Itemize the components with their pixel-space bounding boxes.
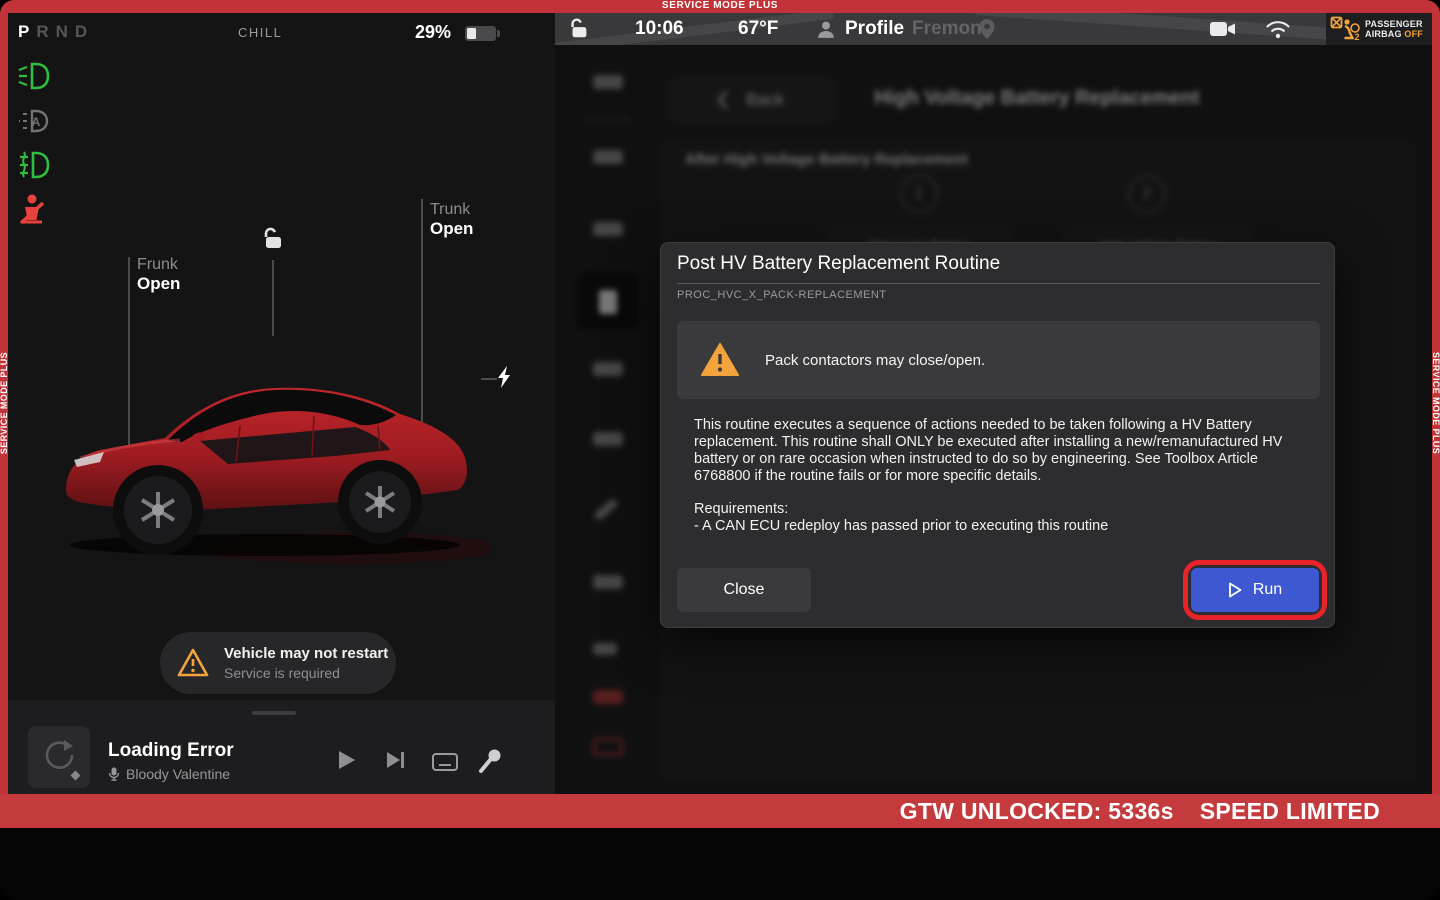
gear-d[interactable]: D bbox=[75, 22, 87, 42]
speed-limited-text: SPEED LIMITED bbox=[1200, 798, 1380, 825]
map-pin-icon bbox=[979, 13, 995, 45]
svg-text:2: 2 bbox=[1354, 32, 1359, 42]
dashcam-icon[interactable] bbox=[1210, 13, 1236, 45]
headlight-low-beam-icon bbox=[16, 60, 52, 92]
map-road bbox=[555, 13, 834, 45]
gear-selector: P R N D bbox=[18, 22, 87, 42]
media-title: Loading Error bbox=[108, 740, 234, 762]
profile-button[interactable]: Profile bbox=[845, 13, 904, 45]
gtw-unlocked-text: GTW UNLOCKED: 5336s bbox=[900, 798, 1174, 825]
clock: 10:06 bbox=[635, 13, 684, 45]
album-art[interactable] bbox=[28, 726, 90, 788]
gear-r[interactable]: R bbox=[36, 22, 48, 42]
warning-triangle-icon bbox=[176, 647, 210, 679]
gear-p[interactable]: P bbox=[18, 22, 29, 42]
warning-triangle-filled-icon bbox=[701, 342, 739, 378]
play-button[interactable] bbox=[338, 750, 356, 775]
gear-n[interactable]: N bbox=[56, 22, 68, 42]
lock-status-icon[interactable] bbox=[567, 13, 591, 45]
seatbelt-warning-icon bbox=[16, 193, 52, 225]
alert-subtitle: Service is required bbox=[224, 665, 388, 681]
status-bar: 10:06 67°F Profile Fremont bbox=[555, 13, 1432, 45]
karaoke-mic-button[interactable] bbox=[478, 748, 502, 779]
service-mode-banner-right: SERVICE MODE PLUS bbox=[1432, 13, 1440, 794]
outside-temp[interactable]: 67°F bbox=[738, 13, 778, 45]
airbag-status: OFF bbox=[1404, 29, 1423, 39]
unlocked-icon[interactable] bbox=[260, 226, 286, 257]
climate-mode-label: CHILL bbox=[238, 25, 282, 40]
airbag-line2: AIRBAG OFF bbox=[1365, 29, 1423, 40]
airbag-line1: PASSENGER bbox=[1365, 19, 1423, 30]
close-button[interactable]: Close bbox=[677, 568, 811, 612]
trunk-label: Trunk Open bbox=[430, 201, 473, 239]
svg-text:A: A bbox=[32, 115, 41, 129]
media-player: Loading Error Bloody Valentine bbox=[8, 700, 555, 794]
battery-fill bbox=[467, 28, 476, 39]
warning-text: Pack contactors may close/open. bbox=[765, 352, 985, 369]
dialog-divider bbox=[677, 283, 1320, 284]
routine-description: This routine executes a sequence of acti… bbox=[694, 417, 1294, 485]
microphone-mini-icon bbox=[108, 767, 120, 781]
run-button-highlight bbox=[1183, 560, 1327, 620]
profile-icon bbox=[816, 13, 836, 45]
display-card-button[interactable] bbox=[432, 753, 458, 776]
fog-light-icon bbox=[16, 149, 52, 181]
airbag-icon: 2 bbox=[1330, 16, 1360, 42]
auto-headlight-icon: A bbox=[16, 105, 52, 137]
routine-requirements: Requirements: - A CAN ECU redeploy has p… bbox=[694, 501, 1108, 535]
vehicle-status-panel: P R N D CHILL 29% A bbox=[8, 13, 555, 794]
dialog-warning-box: Pack contactors may close/open. bbox=[677, 321, 1320, 399]
charge-port-icon[interactable] bbox=[498, 366, 511, 393]
drag-handle[interactable] bbox=[252, 711, 296, 715]
battery-percent: 29% bbox=[415, 22, 451, 43]
gateway-status-bar: GTW UNLOCKED: 5336s SPEED LIMITED bbox=[0, 794, 1440, 828]
routine-dialog: Post HV Battery Replacement Routine PROC… bbox=[660, 242, 1335, 628]
wifi-icon[interactable] bbox=[1265, 13, 1291, 45]
map-place-label: Fremont bbox=[912, 13, 988, 45]
vehicle-render bbox=[50, 320, 490, 580]
battery-icon bbox=[465, 26, 496, 41]
battery-tip bbox=[497, 30, 500, 37]
requirements-label: Requirements: bbox=[694, 501, 1108, 518]
tesla-service-screen: P R N D CHILL 29% A bbox=[0, 0, 1440, 900]
media-artist-row: Bloody Valentine bbox=[108, 766, 230, 782]
alert-title: Vehicle may not restart bbox=[224, 645, 388, 662]
vehicle-alert: Vehicle may not restart Service is requi… bbox=[160, 632, 396, 694]
routine-code: PROC_HVC_X_PACK-REPLACEMENT bbox=[677, 289, 887, 301]
frunk-label: Frunk Open bbox=[137, 256, 180, 294]
next-track-button[interactable] bbox=[386, 750, 406, 775]
app-launcher: 80 i T bbox=[0, 828, 1440, 900]
passenger-airbag-indicator: 2 PASSENGER AIRBAG OFF bbox=[1326, 13, 1432, 45]
media-artist: Bloody Valentine bbox=[126, 766, 230, 782]
service-mode-banner-left: SERVICE MODE PLUS bbox=[0, 13, 8, 794]
requirement-item: - A CAN ECU redeploy has passed prior to… bbox=[694, 518, 1108, 535]
dialog-title: Post HV Battery Replacement Routine bbox=[677, 253, 1000, 275]
service-mode-banner-top: SERVICE MODE PLUS bbox=[0, 0, 1440, 13]
